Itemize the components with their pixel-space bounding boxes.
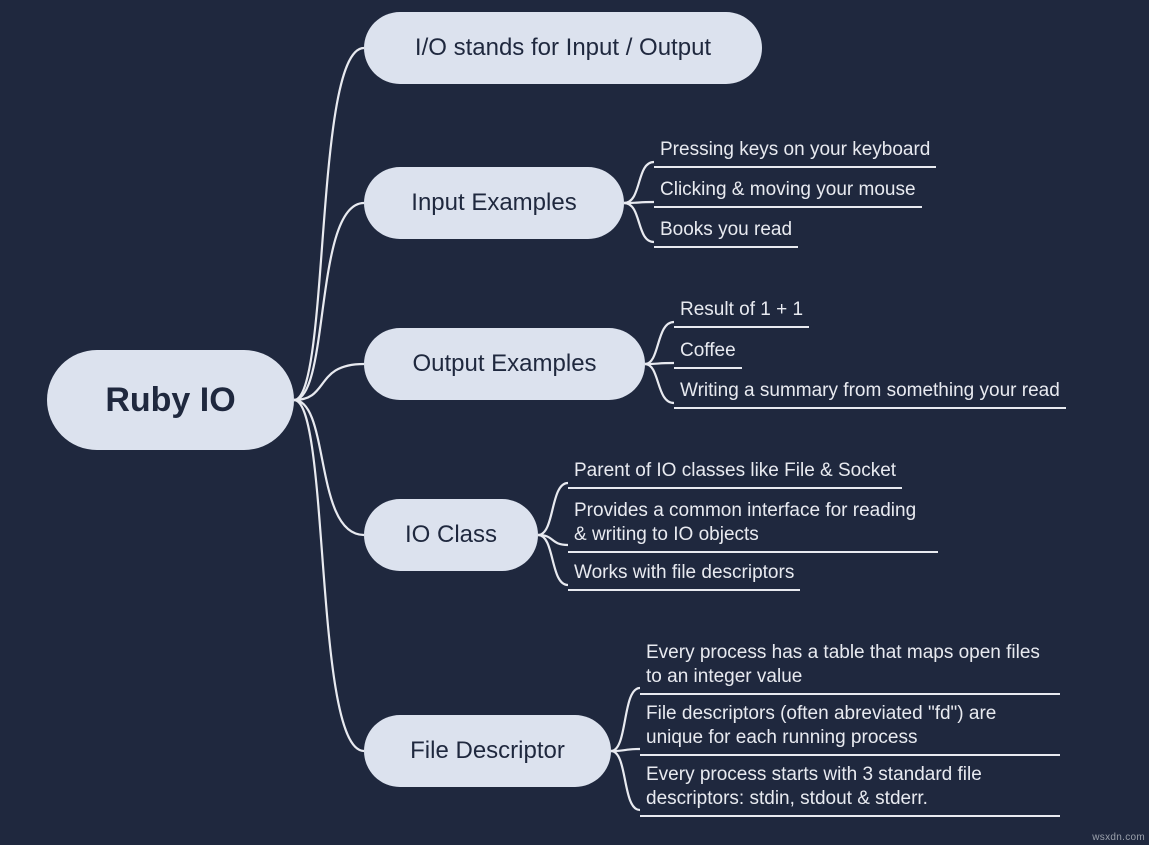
leaf-text: Writing a summary from something your re… [680, 380, 1060, 401]
branch-input-examples: Input Examples [364, 167, 624, 239]
branch-label: Output Examples [412, 350, 596, 378]
watermark-text: wsxdn.com [1092, 832, 1145, 843]
leaf-ioclass-3: Works with file descriptors [568, 561, 800, 591]
leaf-output-2: Coffee [674, 339, 742, 369]
leaf-text: Parent of IO classes like File & Socket [574, 460, 896, 481]
leaf-text: Every process starts with 3 standard fil… [646, 764, 982, 809]
leaf-fd-1: Every process has a table that maps open… [640, 641, 1060, 695]
branch-label: Input Examples [411, 189, 576, 217]
root-node: Ruby IO [47, 350, 294, 450]
leaf-text: Every process has a table that maps open… [646, 642, 1040, 687]
root-label: Ruby IO [105, 381, 235, 420]
leaf-text: Coffee [680, 340, 736, 361]
leaf-output-3: Writing a summary from something your re… [674, 379, 1066, 409]
leaf-output-1: Result of 1 + 1 [674, 298, 809, 328]
branch-output-examples: Output Examples [364, 328, 645, 400]
leaf-text: Provides a common interface for reading … [574, 500, 916, 545]
branch-io-meaning: I/O stands for Input / Output [364, 12, 762, 84]
leaf-text: Clicking & moving your mouse [660, 179, 916, 200]
leaf-text: Result of 1 + 1 [680, 299, 803, 320]
leaf-text: Books you read [660, 219, 792, 240]
watermark: wsxdn.com [1092, 832, 1145, 843]
leaf-input-1: Pressing keys on your keyboard [654, 138, 936, 168]
branch-file-descriptor: File Descriptor [364, 715, 611, 787]
branch-label: File Descriptor [410, 737, 565, 765]
leaf-ioclass-2: Provides a common interface for reading … [568, 499, 938, 553]
leaf-ioclass-1: Parent of IO classes like File & Socket [568, 459, 902, 489]
leaf-input-3: Books you read [654, 218, 798, 248]
branch-io-class: IO Class [364, 499, 538, 571]
leaf-input-2: Clicking & moving your mouse [654, 178, 922, 208]
branch-label: I/O stands for Input / Output [415, 34, 711, 62]
branch-label: IO Class [405, 521, 497, 549]
leaf-text: Pressing keys on your keyboard [660, 139, 930, 160]
leaf-fd-2: File descriptors (often abreviated "fd")… [640, 702, 1060, 756]
leaf-text: Works with file descriptors [574, 562, 794, 583]
leaf-text: File descriptors (often abreviated "fd")… [646, 703, 996, 748]
leaf-fd-3: Every process starts with 3 standard fil… [640, 763, 1060, 817]
